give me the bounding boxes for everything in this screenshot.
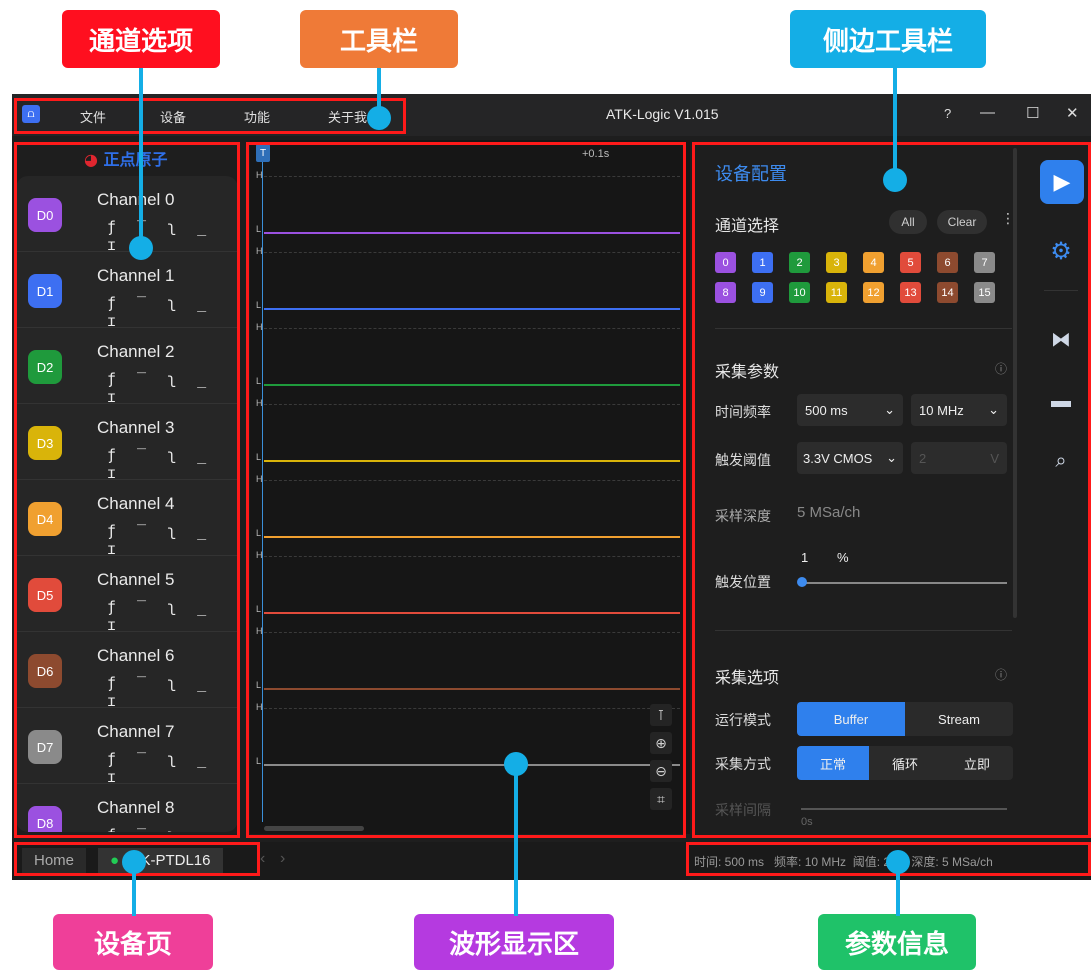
callout-device-page: 设备页 (53, 914, 213, 970)
minimize-button[interactable]: — (980, 104, 995, 121)
highlight-channel-panel (14, 142, 240, 838)
connector-dot (367, 106, 391, 130)
tab-scroll-left-icon[interactable]: ‹ (260, 850, 265, 868)
close-button[interactable]: ✕ (1066, 104, 1079, 122)
app-title: ATK-Logic V1.015 (606, 106, 719, 122)
highlight-side-toolbar (692, 142, 1091, 838)
connector-dot (883, 168, 907, 192)
callout-param-info: 参数信息 (818, 914, 976, 970)
connector-line (896, 862, 900, 916)
connector-line (139, 68, 143, 246)
connector-line (893, 68, 897, 180)
callout-side-toolbar: 侧边工具栏 (790, 10, 986, 68)
connector-line (514, 764, 518, 916)
highlight-toolbar (14, 98, 406, 134)
connector-line (132, 862, 136, 916)
maximize-button[interactable]: ☐ (1026, 104, 1039, 122)
callout-waveform-area: 波形显示区 (414, 914, 614, 970)
connector-dot (129, 236, 153, 260)
highlight-waveform (246, 142, 686, 838)
help-button[interactable]: ? (944, 106, 951, 121)
tab-scroll-right-icon[interactable]: › (280, 850, 285, 868)
callout-toolbar: 工具栏 (300, 10, 458, 68)
callout-channel-options: 通道选项 (62, 10, 220, 68)
